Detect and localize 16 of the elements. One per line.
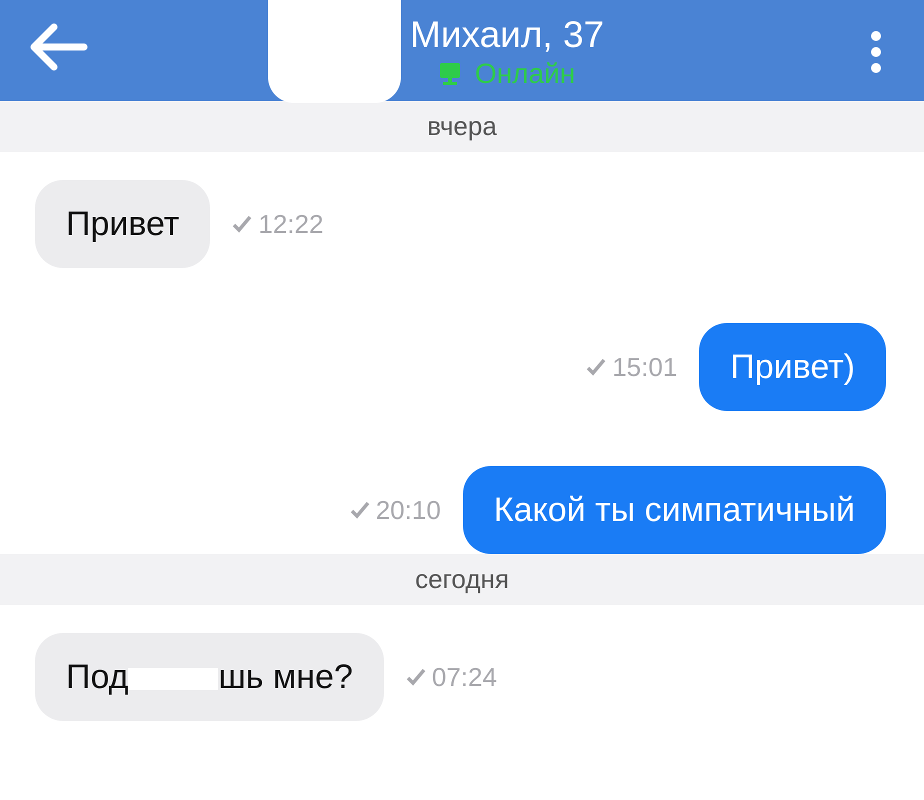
menu-button[interactable] (868, 30, 884, 74)
online-status: Онлайн (474, 58, 576, 90)
more-icon (868, 30, 884, 74)
message-bubble: Под шь мне? (35, 633, 384, 721)
date-label: сегодня (415, 564, 509, 595)
back-button[interactable] (28, 22, 88, 72)
back-arrow-icon (28, 22, 88, 72)
message-time: 07:24 (432, 662, 497, 692)
message-time: 12:22 (258, 208, 324, 240)
date-label: вчера (427, 111, 497, 142)
message-bubble: Какой ты симпатичный (462, 466, 886, 554)
message-bubble: Привет (35, 180, 210, 268)
message-time: 20:10 (376, 494, 441, 526)
message-bubble: Привет) (699, 323, 886, 411)
contact-name: Михаил, 37 (410, 14, 604, 56)
message-time: 15:01 (612, 352, 678, 382)
